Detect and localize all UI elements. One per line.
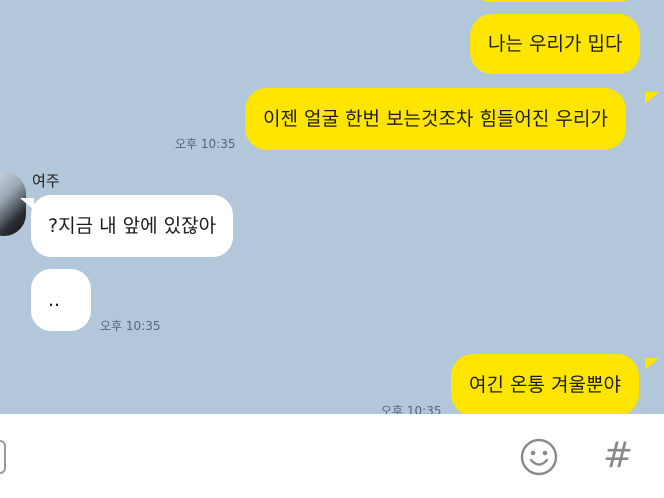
message-bubble-mine[interactable]: 여긴 온통 겨울뿐야 xyxy=(451,354,639,414)
attach-button[interactable] xyxy=(0,440,6,474)
sender-name: 여주 xyxy=(32,172,60,190)
message-bubble-partner[interactable]: ?지금 내 앞에 있잖아 xyxy=(31,195,234,257)
message-bubble-partial xyxy=(470,0,640,2)
hashtag-button[interactable]: # xyxy=(598,434,638,478)
message-text: ?지금 내 앞에 있잖아 xyxy=(48,215,217,237)
bubble-tail xyxy=(645,358,659,370)
hashtag-icon: # xyxy=(602,435,634,476)
message-text: 이젠 얼굴 한번 보는것조차 힘들어진 우리가 xyxy=(263,108,608,130)
message-text: .. xyxy=(48,289,61,311)
chat-area[interactable]: 나는 우리가 밉다 이젠 얼굴 한번 보는것조차 힘들어진 우리가 오후 10:… xyxy=(0,0,664,414)
message-bubble-mine[interactable]: 나는 우리가 밉다 xyxy=(470,14,641,74)
bubble-tail xyxy=(20,198,34,210)
message-text: 여긴 온통 겨울뿐야 xyxy=(469,374,621,396)
message-bubble-partner[interactable]: .. xyxy=(31,269,91,331)
emoji-button[interactable] xyxy=(519,437,559,477)
message-bubble-mine[interactable]: 이젠 얼굴 한번 보는것조차 힘들어진 우리가 xyxy=(245,88,626,150)
emoji-smile-icon xyxy=(520,438,558,476)
bubble-tail xyxy=(645,92,659,104)
message-timestamp: 오후 10:35 xyxy=(100,319,161,333)
message-timestamp: 오후 10:35 xyxy=(175,137,236,151)
message-text: 나는 우리가 밉다 xyxy=(488,33,623,55)
message-composer[interactable]: # xyxy=(0,414,664,498)
message-timestamp: 오후 10:35 xyxy=(381,404,442,414)
